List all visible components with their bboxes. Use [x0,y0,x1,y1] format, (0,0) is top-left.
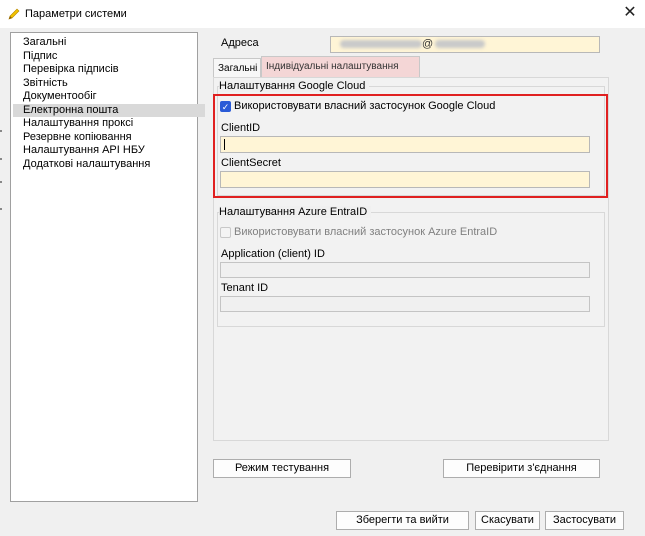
app-client-id-label: Application (client) ID [221,248,325,260]
azure-group-title: Налаштування Azure EntraID [219,206,372,218]
nav-item-reporting[interactable]: Звітність [23,77,68,91]
app-client-id-input[interactable] [220,262,590,278]
apply-button[interactable]: Застосувати [545,511,624,530]
address-input[interactable]: @ [330,36,600,53]
address-at-symbol: @ [422,38,434,50]
save-and-exit-button[interactable]: Зберегти та вийти [336,511,469,530]
edge-marks [0,30,3,230]
azure-checkbox-label: Використовувати власний застосунок Azure… [234,226,498,238]
settings-nav-list[interactable]: Загальні Підпис Перевірка підписів Звітн… [10,32,205,502]
nav-item-nbu-api[interactable]: Налаштування API НБУ [23,144,145,158]
nav-item-backup[interactable]: Резервне копіювання [23,131,132,145]
tenant-id-input[interactable] [220,296,590,312]
address-label: Адреса [221,37,259,49]
blurred-username [340,40,422,49]
nav-item-proxy[interactable]: Налаштування проксі [23,117,133,131]
highlight-frame [213,94,608,198]
nav-item-signature[interactable]: Підпис [23,50,57,64]
cancel-button[interactable]: Скасувати [475,511,540,530]
blurred-domain [435,40,486,49]
pencil-icon [8,8,20,20]
test-mode-button[interactable]: Режим тестування [213,459,351,478]
nav-item-document-flow[interactable]: Документообіг [23,90,97,104]
nav-item-signature-check[interactable]: Перевірка підписів [23,63,119,77]
nav-item-general[interactable]: Загальні [23,36,66,50]
tab-general[interactable]: Загальні [213,58,261,78]
close-icon[interactable]: ✕ [620,3,640,23]
title-bar: Параметри системи ✕ [0,0,645,28]
check-connection-button[interactable]: Перевірити з'єднання [443,459,600,478]
tab-individual-mail-settings[interactable]: Індивідуальні налаштування пошти [261,56,420,91]
window-title: Параметри системи [25,8,127,20]
tenant-id-label: Tenant ID [221,282,269,294]
nav-item-email[interactable]: Електронна пошта [13,103,205,117]
nav-item-advanced[interactable]: Додаткові налаштування [23,158,150,172]
azure-checkbox[interactable] [220,227,231,238]
google-cloud-group-title: Налаштування Google Cloud [219,80,370,92]
